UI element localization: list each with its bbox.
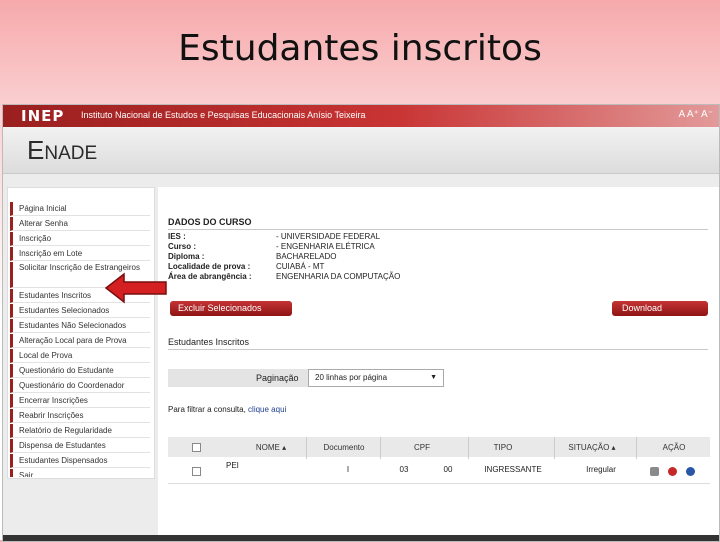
col-documento: Documento (323, 443, 365, 452)
screenshot-frame: INEP Instituto Nacional de Estudos e Pes… (2, 104, 720, 542)
cell-tipo: INGRESSANTE (484, 465, 542, 474)
field-label-ies: IES : (168, 232, 186, 241)
field-label-localidade: Localidade de prova : (168, 262, 251, 271)
filter-link[interactable]: clique aqui (248, 405, 286, 414)
cell-cpf-end: 00 (443, 465, 453, 474)
cart-icon[interactable] (650, 467, 659, 476)
institute-header: INEP Instituto Nacional de Estudos e Pes… (3, 105, 719, 127)
sidebar-item-inscricao-lote[interactable]: Inscrição em Lote (10, 247, 150, 261)
font-size-controls[interactable]: A A⁺ A⁻ (679, 109, 713, 120)
sidebar-item-inscricao[interactable]: Inscrição (10, 232, 150, 246)
table-header: NOME ▴ Documento CPF TIPO SITUAÇÃO ▴ AÇÃ… (168, 437, 710, 457)
course-section-title: DADOS DO CURSO (168, 217, 252, 227)
delete-selected-button[interactable]: Excluir Selecionados (170, 301, 292, 316)
pagination-select[interactable]: 20 linhas por página ▼ (308, 369, 444, 387)
inep-logo: INEP (21, 107, 65, 125)
sidebar-item-sair[interactable]: Sair (10, 469, 150, 477)
page-footer (3, 535, 719, 541)
field-label-curso: Curso : (168, 242, 196, 251)
filter-prefix: Para filtrar a consulta, (168, 405, 246, 414)
students-section-title: Estudantes Inscritos (168, 337, 250, 347)
field-label-diploma: Diploma : (168, 252, 205, 261)
row-checkbox[interactable] (192, 467, 201, 476)
field-value-curso: - ENGENHARIA ELÉTRICA (276, 242, 375, 251)
cell-situacao: Irregular (586, 465, 616, 474)
sidebar-item-quest-estudante[interactable]: Questionário do Estudante (10, 364, 150, 378)
cell-cpf-start: 03 (399, 465, 409, 474)
sidebar-item-dispensados[interactable]: Estudantes Dispensados (10, 454, 150, 468)
field-value-ies: - UNIVERSIDADE FEDERAL (276, 232, 381, 241)
col-nome[interactable]: NOME ▴ (236, 443, 306, 452)
pagination-value: 20 linhas por página (315, 373, 388, 382)
col-situacao[interactable]: SITUAÇÃO ▴ (554, 443, 630, 452)
sidebar-item-alteracao-local[interactable]: Alteração Local para de Prova (10, 334, 150, 348)
field-value-area: ENGENHARIA DA COMPUTAÇÃO (276, 272, 401, 281)
enade-logo-rest: NADE (44, 143, 98, 164)
pagination-label: Paginação (256, 373, 299, 383)
enade-banner: ENADE (3, 127, 719, 174)
sidebar-item-encerrar[interactable]: Encerrar Inscrições (10, 394, 150, 408)
info-icon[interactable] (686, 467, 695, 476)
select-all-checkbox[interactable] (192, 443, 201, 452)
delete-icon[interactable] (668, 467, 677, 476)
filter-hint: Para filtrar a consulta, clique aqui (168, 405, 286, 414)
divider (168, 349, 708, 350)
field-value-localidade: CUIABÁ - MT (276, 262, 325, 271)
sidebar-item-dispensa[interactable]: Dispensa de Estudantes (10, 439, 150, 453)
field-value-diploma: BACHARELADO (276, 252, 337, 261)
sidebar-item-nao-selecionados[interactable]: Estudantes Não Selecionados (10, 319, 150, 333)
sidebar-item-reabrir[interactable]: Reabrir Inscrições (10, 409, 150, 423)
sidebar-item-alterar-senha[interactable]: Alterar Senha (10, 217, 150, 231)
col-acao: AÇÃO (662, 443, 686, 452)
slide-title: Estudantes inscritos (178, 28, 542, 69)
sidebar-item-local-prova[interactable]: Local de Prova (10, 349, 150, 363)
pagination-bar: Paginação 20 linhas por página ▼ (168, 369, 444, 387)
col-tipo: TIPO (493, 443, 513, 452)
cell-documento: I (346, 465, 350, 474)
sidebar-item-pagina-inicial[interactable]: Página Inicial (10, 202, 150, 216)
download-button[interactable]: Download (612, 301, 708, 316)
divider (168, 229, 708, 230)
sidebar-item-regularidade[interactable]: Relatório de Regularidade (10, 424, 150, 438)
sidebar-item-selecionados[interactable]: Estudantes Selecionados (10, 304, 150, 318)
institute-name: Instituto Nacional de Estudos e Pesquisa… (81, 110, 366, 120)
main-content: DADOS DO CURSO IES : - UNIVERSIDADE FEDE… (158, 187, 719, 541)
field-label-area: Área de abrangência : (168, 272, 252, 281)
sidebar-item-quest-coordenador[interactable]: Questionário do Coordenador (10, 379, 150, 393)
annotation-arrow (104, 272, 167, 304)
dropdown-arrow-icon: ▼ (430, 374, 437, 381)
table-row: PEI I 03 00 INGRESSANTE Irregular (168, 459, 710, 484)
cell-nome: PEI (226, 461, 239, 470)
col-cpf: CPF (414, 443, 430, 452)
sidebar-menu: Página Inicial Alterar Senha Inscrição I… (7, 187, 155, 479)
enade-logo-e: E (27, 135, 45, 165)
enade-logo: ENADE (27, 135, 97, 166)
